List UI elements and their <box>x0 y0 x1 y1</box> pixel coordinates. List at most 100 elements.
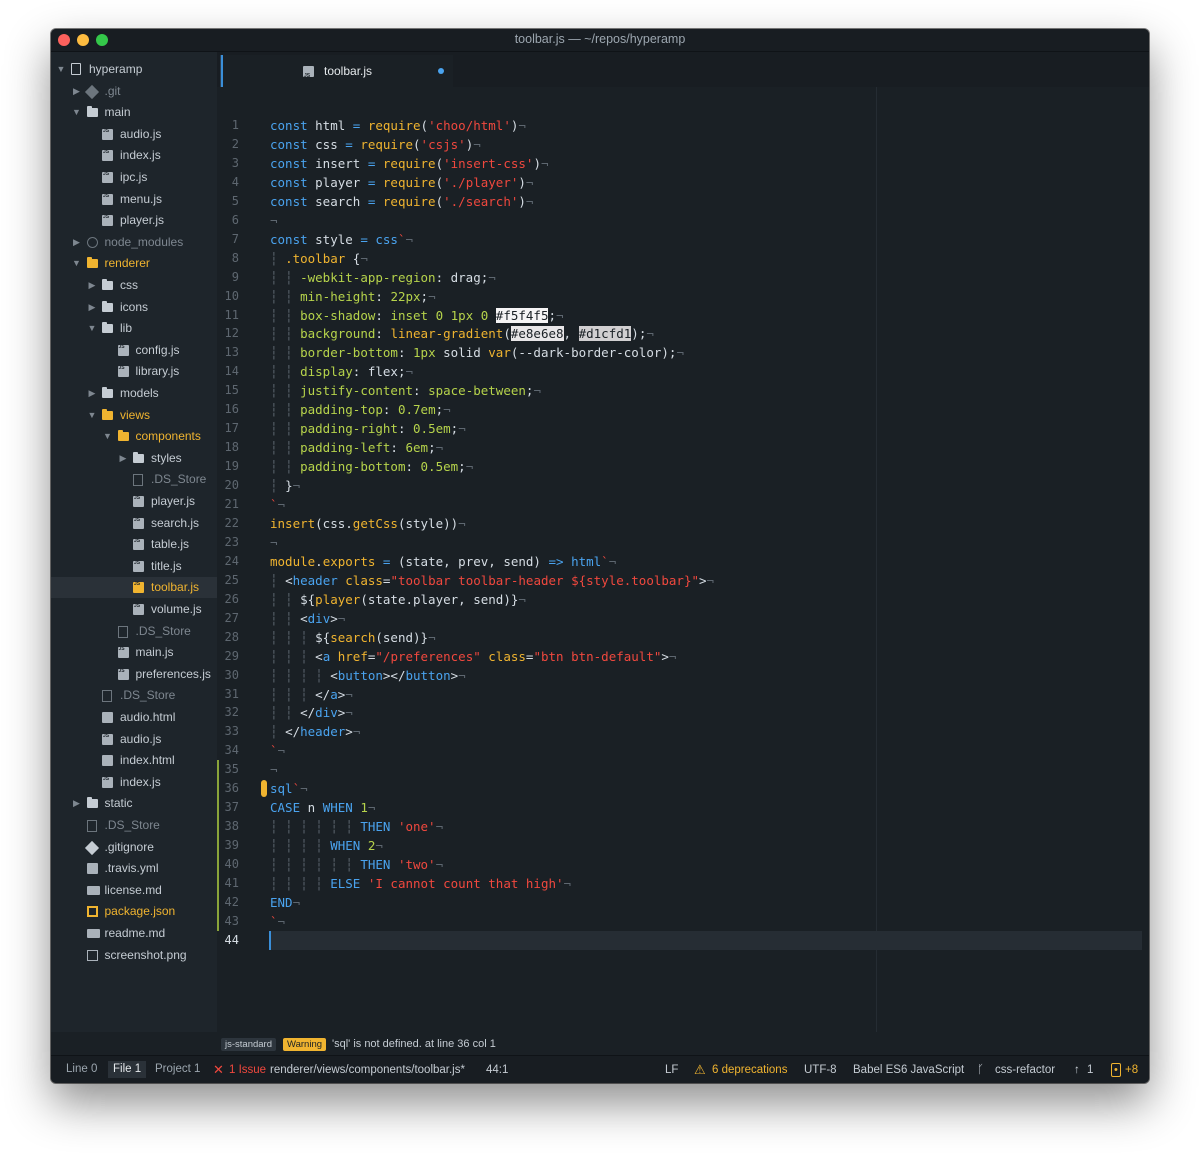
code-line[interactable]: 37 CASE n WHEN 1¬ <box>217 798 1149 817</box>
chevron-right-icon[interactable]: ▶ <box>72 232 82 253</box>
linter-file-tab[interactable]: File 1 <box>108 1061 147 1078</box>
code-line[interactable]: 8 ┆ .toolbar {¬ <box>217 249 1149 268</box>
code-line[interactable]: 18 ┆ ┆ padding-left: 6em;¬ <box>217 438 1149 457</box>
grammar-selector[interactable]: Babel ES6 JavaScript <box>853 1064 964 1076</box>
line-number[interactable]: 40 <box>217 855 239 874</box>
code-line[interactable]: 10 ┆ ┆ min-height: 22px;¬ <box>217 287 1149 306</box>
line-number[interactable]: 21 <box>217 495 239 514</box>
issue-count[interactable]: 1 Issue <box>229 1064 266 1076</box>
line-number[interactable]: 13 <box>217 343 239 362</box>
line-number[interactable]: 44 <box>217 931 239 950</box>
linter-project-tab[interactable]: Project 1 <box>150 1061 205 1078</box>
code-line[interactable]: 27 ┆ ┆ <div>¬ <box>217 609 1149 628</box>
line-number[interactable]: 36 <box>217 779 239 798</box>
line-number[interactable]: 15 <box>217 381 239 400</box>
tree-item[interactable]: ▶ node_modules <box>51 232 217 253</box>
tree-item[interactable]: player.js <box>51 207 217 231</box>
tree-item[interactable]: index.html <box>51 750 217 771</box>
chevron-down-icon[interactable]: ▼ <box>72 253 82 274</box>
git-changes-count[interactable]: +8 <box>1125 1064 1138 1076</box>
line-number[interactable]: 33 <box>217 722 239 741</box>
tree-item[interactable]: ▼ main <box>51 102 217 123</box>
tree-item[interactable]: .DS_Store <box>51 685 217 706</box>
line-number[interactable]: 25 <box>217 571 239 590</box>
line-number[interactable]: 9 <box>217 268 239 287</box>
modified-indicator-icon[interactable] <box>438 68 444 74</box>
tree-item[interactable]: main.js <box>51 639 217 663</box>
linter-line-tab[interactable]: Line 0 <box>61 1061 102 1078</box>
tree-item[interactable]: audio.js <box>51 726 217 750</box>
line-number[interactable]: 19 <box>217 457 239 476</box>
line-number[interactable]: 39 <box>217 836 239 855</box>
chevron-right-icon[interactable]: ▶ <box>118 448 128 469</box>
chevron-down-icon[interactable]: ▼ <box>103 426 113 447</box>
file-path[interactable]: renderer/views/components/toolbar.js* <box>270 1064 465 1076</box>
line-number[interactable]: 30 <box>217 666 239 685</box>
code-line[interactable]: 6 ¬ <box>217 211 1149 230</box>
tree-item[interactable]: ▼ views <box>51 405 217 426</box>
code-line[interactable]: 23 ¬ <box>217 533 1149 552</box>
line-number[interactable]: 42 <box>217 893 239 912</box>
code-line[interactable]: 31 ┆ ┆ ┆ </a>¬ <box>217 685 1149 704</box>
code-line[interactable]: 30 ┆ ┆ ┆ ┆ <button></button>¬ <box>217 666 1149 685</box>
tree-item[interactable]: ▼ lib <box>51 318 217 339</box>
linter-location[interactable]: at line 36 col 1 <box>425 1038 496 1050</box>
code-line[interactable]: 26 ┆ ┆ ${player(state.player, send)}¬ <box>217 590 1149 609</box>
tree-item[interactable]: screenshot.png <box>51 945 217 966</box>
tree-item[interactable]: preferences.js <box>51 661 217 685</box>
deprecations-count[interactable]: 6 deprecations <box>712 1064 787 1076</box>
tree-item[interactable]: ▶ static <box>51 793 217 814</box>
tree-item[interactable]: license.md <box>51 880 217 901</box>
tree-item[interactable]: menu.js <box>51 186 217 210</box>
chevron-right-icon[interactable]: ▶ <box>87 275 97 296</box>
line-number[interactable]: 2 <box>217 135 239 154</box>
line-number[interactable]: 14 <box>217 362 239 381</box>
code-line[interactable]: 43 `¬ <box>217 912 1149 931</box>
tree-item[interactable]: index.js <box>51 769 217 793</box>
line-number[interactable]: 28 <box>217 628 239 647</box>
tree-item[interactable]: .DS_Store <box>51 621 217 642</box>
code-line[interactable]: 4 const player = require('./player')¬ <box>217 173 1149 192</box>
line-number[interactable]: 18 <box>217 438 239 457</box>
code-line[interactable]: 39 ┆ ┆ ┆ ┆ WHEN 2¬ <box>217 836 1149 855</box>
tree-item[interactable]: .travis.yml <box>51 858 217 879</box>
code-line[interactable]: 11 ┆ ┆ box-shadow: inset 0 1px 0 #f5f4f5;… <box>217 306 1149 325</box>
tree-item[interactable]: config.js <box>51 337 217 361</box>
code-line[interactable]: 21 `¬ <box>217 495 1149 514</box>
line-number[interactable]: 17 <box>217 419 239 438</box>
code-line[interactable]: 25 ┆ <header class="toolbar toolbar-heade… <box>217 571 1149 590</box>
tree-item[interactable]: .DS_Store <box>51 815 217 836</box>
code-line[interactable]: 19 ┆ ┆ padding-bottom: 0.5em;¬ <box>217 457 1149 476</box>
line-number[interactable]: 35 <box>217 760 239 779</box>
tree-item[interactable]: ▶ css <box>51 275 217 296</box>
code-line[interactable]: 17 ┆ ┆ padding-right: 0.5em;¬ <box>217 419 1149 438</box>
code-line[interactable]: 13 ┆ ┆ border-bottom: 1px solid var(--dar… <box>217 343 1149 362</box>
line-number[interactable]: 27 <box>217 609 239 628</box>
tree-item[interactable]: readme.md <box>51 923 217 944</box>
line-number[interactable]: 20 <box>217 476 239 495</box>
code-editor[interactable]: 1 const html = require('choo/html')¬ 2 cons… <box>217 87 1149 1032</box>
code-line[interactable]: 22 insert(css.getCss(style))¬ <box>217 514 1149 533</box>
line-number[interactable]: 7 <box>217 230 239 249</box>
line-ending[interactable]: LF <box>665 1064 678 1076</box>
line-number[interactable]: 43 <box>217 912 239 931</box>
line-number[interactable]: 4 <box>217 173 239 192</box>
linter-message[interactable]: 'sql' is not defined. at line 36 col 1 <box>332 1038 496 1050</box>
code-line[interactable]: 35 ¬ <box>217 760 1149 779</box>
code-line[interactable]: 12 ┆ ┆ background: linear-gradient(#e8e6e… <box>217 324 1149 343</box>
line-number[interactable]: 16 <box>217 400 239 419</box>
code-line[interactable]: 42 END¬ <box>217 893 1149 912</box>
tree-item[interactable]: index.js <box>51 142 217 166</box>
code-line[interactable]: 1 const html = require('choo/html')¬ <box>217 116 1149 135</box>
tree-item[interactable]: ▼ renderer <box>51 253 217 274</box>
code-line[interactable]: 14 ┆ ┆ display: flex;¬ <box>217 362 1149 381</box>
chevron-down-icon[interactable]: ▼ <box>87 318 97 339</box>
tree-item[interactable]: ▶ models <box>51 383 217 404</box>
chevron-down-icon[interactable]: ▼ <box>87 405 97 426</box>
code-line[interactable]: 34 `¬ <box>217 741 1149 760</box>
tree-item[interactable]: ▼ components <box>51 426 217 447</box>
line-number[interactable]: 41 <box>217 874 239 893</box>
code-line[interactable]: 2 const css = require('csjs')¬ <box>217 135 1149 154</box>
code-line[interactable]: 29 ┆ ┆ ┆ <a href="/preferences" class="bt… <box>217 647 1149 666</box>
commits-ahead[interactable]: 1 <box>1087 1064 1093 1076</box>
